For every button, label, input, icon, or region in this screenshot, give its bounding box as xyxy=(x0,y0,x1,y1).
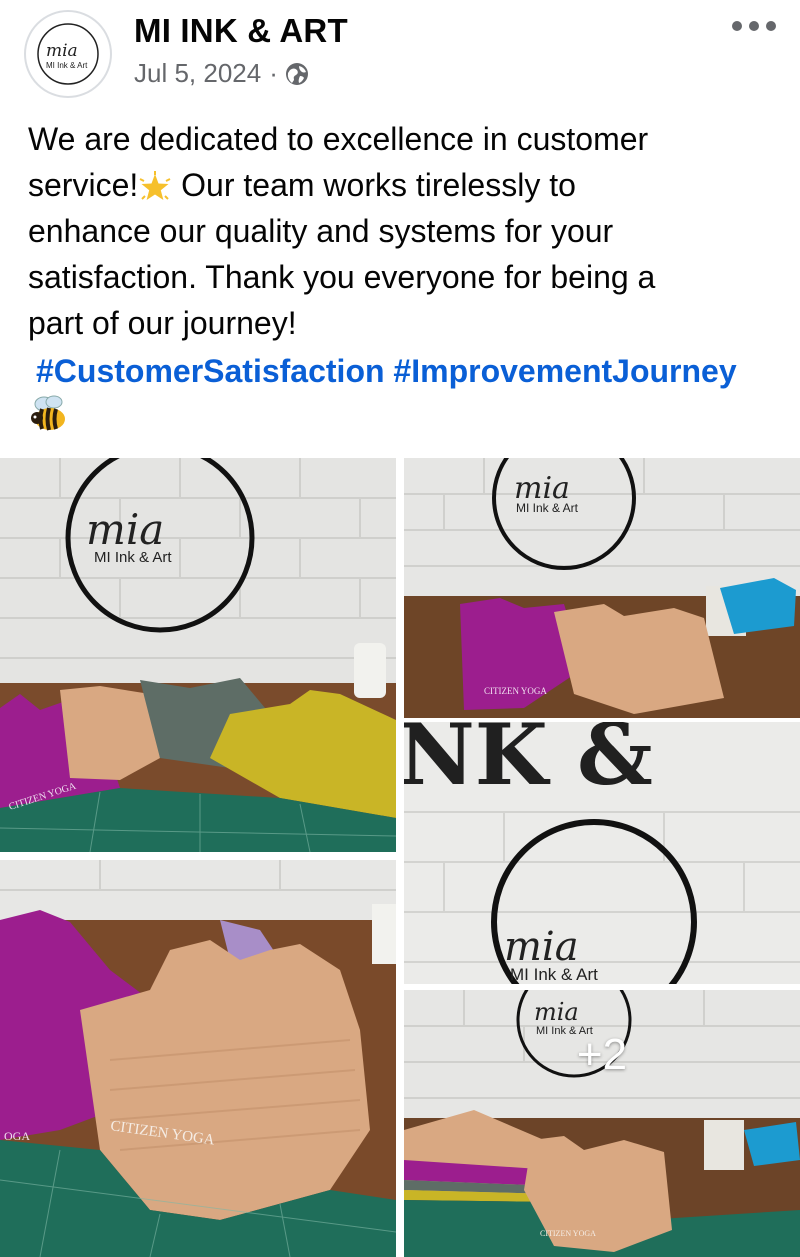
hashtags: #CustomerSatisfaction #ImprovementJourne… xyxy=(36,348,737,394)
photo-1-logo-subtitle: MI Ink & Art xyxy=(94,549,172,566)
photo-2-logo-subtitle: MI Ink & Art xyxy=(516,501,579,515)
post-date[interactable]: Jul 5, 2024 xyxy=(134,58,261,89)
post-header: mia MI Ink & Art MI INK & ART Jul 5, 202… xyxy=(0,0,800,110)
photo-4-image: CITIZEN YOGA OGA xyxy=(0,860,396,1257)
post-photo-1[interactable]: mia MI Ink & Art CITIZEN YOGA xyxy=(0,458,396,852)
avatar-logo-script: mia xyxy=(46,41,78,61)
photo-3-sign-letters: NK & xyxy=(404,722,653,804)
globe-icon xyxy=(285,62,308,85)
post-photo-3[interactable]: NK & mia MI Ink & Art xyxy=(404,722,800,984)
post-text-fragment: Our team works tirelessly to xyxy=(172,167,576,203)
glowing-star-emoji xyxy=(139,170,171,200)
post-line: satisfaction. Thank you everyone for bei… xyxy=(28,259,656,295)
photo-2-image: mia MI Ink & Art CITIZEN YOGA xyxy=(404,458,800,718)
photo-1-logo-script: mia xyxy=(86,505,164,554)
post-line: part of our journey! xyxy=(28,305,297,341)
more-dot-icon xyxy=(749,21,759,31)
post-body: We are dedicated to excellence in custom… xyxy=(28,116,788,346)
avatar-logo-subtitle: MI Ink & Art xyxy=(46,61,88,70)
more-dot-icon xyxy=(732,21,742,31)
post-meta: Jul 5, 2024 · xyxy=(134,58,310,89)
photo-3-logo-script: mia xyxy=(504,924,579,970)
post-photo-5[interactable]: mia MI Ink & Art CITIZEN YOGA +2 xyxy=(404,990,800,1257)
more-options-button[interactable] xyxy=(732,16,776,36)
hashtag-link[interactable]: #ImprovementJourney xyxy=(393,353,736,389)
photo-1-image: mia MI Ink & Art CITIZEN YOGA xyxy=(0,458,396,852)
post-line: We are dedicated to excellence in custom… xyxy=(28,121,649,157)
meta-separator: · xyxy=(269,58,278,88)
post-line: enhance our quality and systems for your xyxy=(28,213,614,249)
post-photo-4[interactable]: CITIZEN YOGA OGA xyxy=(0,860,396,1257)
more-photos-count[interactable]: +2 xyxy=(404,990,800,1080)
photo-3-image: NK & mia MI Ink & Art xyxy=(404,722,800,984)
photo-5-garment-label: CITIZEN YOGA xyxy=(540,1229,596,1238)
honeybee-emoji xyxy=(31,395,65,431)
photo-4-garment-label-partial: OGA xyxy=(4,1129,30,1143)
post-text-fragment: service! xyxy=(28,167,139,203)
more-dot-icon xyxy=(766,21,776,31)
post-photo-2[interactable]: mia MI Ink & Art CITIZEN YOGA xyxy=(404,458,800,718)
page-avatar[interactable]: mia MI Ink & Art xyxy=(24,10,112,98)
mia-logo-icon: mia MI Ink & Art xyxy=(37,23,99,85)
post-line: service! Our team works tirelessly to xyxy=(28,162,788,208)
hashtag-link[interactable]: #CustomerSatisfaction xyxy=(36,353,385,389)
photo-3-logo-subtitle: MI Ink & Art xyxy=(510,965,598,984)
page-name[interactable]: MI INK & ART xyxy=(134,12,348,50)
photo-2-garment-label: CITIZEN YOGA xyxy=(484,686,547,696)
